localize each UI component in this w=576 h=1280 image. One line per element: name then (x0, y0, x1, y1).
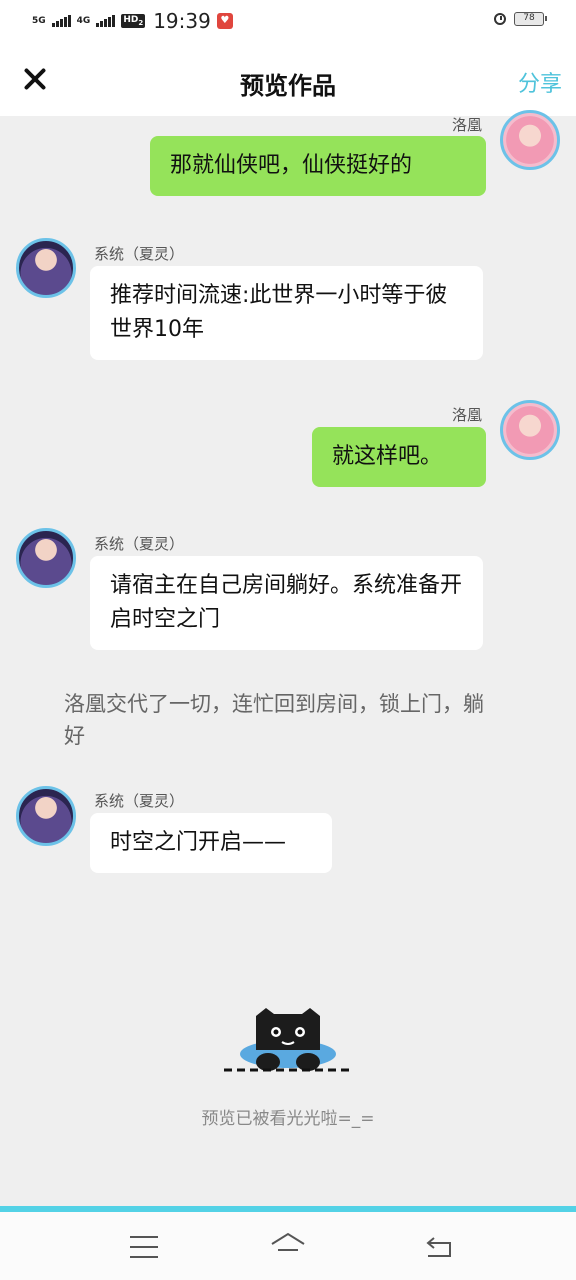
system-avatar[interactable] (16, 528, 76, 588)
message-bubble: 就这样吧。 (312, 427, 486, 487)
sender-name: 洛凰 (451, 116, 482, 134)
sender-name: 系统（夏灵） (94, 245, 185, 263)
status-bar: 5G 4G HD2 19:39 ♥ 78 (0, 0, 576, 44)
sender-name: 系统（夏灵） (94, 792, 185, 810)
network-5g-label: 5G (32, 15, 46, 26)
system-avatar[interactable] (16, 238, 76, 298)
home-icon[interactable] (270, 1232, 306, 1258)
status-left: 5G 4G HD2 19:39 ♥ (32, 9, 233, 33)
message-bubble: 请宿主在自己房间躺好。系统准备开启时空之门 (90, 556, 483, 650)
page-title: 预览作品 (240, 72, 336, 100)
back-icon[interactable] (424, 1234, 454, 1258)
hd-voice-icon: HD2 (121, 14, 146, 28)
user-avatar[interactable] (500, 110, 560, 170)
top-navbar: 预览作品 分享 (0, 44, 576, 116)
status-right: 78 (494, 12, 547, 26)
system-navigation-bar (0, 1212, 576, 1280)
battery-level: 78 (523, 13, 535, 23)
signal-icon-2 (96, 15, 116, 27)
alarm-icon (494, 13, 506, 25)
message-bubble: 那就仙侠吧，仙侠挺好的 (150, 136, 486, 196)
clock: 19:39 (153, 9, 211, 33)
network-4g-label: 4G (76, 15, 91, 26)
system-avatar[interactable] (16, 786, 76, 846)
user-avatar[interactable] (500, 400, 560, 460)
message-bubble: 时空之门开启—— (90, 813, 332, 873)
battery-icon: 78 (514, 12, 547, 26)
notification-app-icon: ♥ (216, 13, 233, 29)
sender-name: 洛凰 (451, 406, 482, 424)
signal-icon (51, 15, 71, 27)
peeking-cat-icon (224, 1008, 352, 1072)
preview-end-text: 预览已被看光光啦=_= (201, 1109, 375, 1129)
message-bubble: 推荐时间流速:此世界一小时等于彼世界10年 (90, 266, 483, 360)
sender-name: 系统（夏灵） (94, 535, 185, 553)
narration-text: 洛凰交代了一切，连忙回到房间，锁上门，躺好 (64, 692, 484, 748)
share-button[interactable]: 分享 (518, 66, 562, 98)
menu-icon[interactable] (130, 1236, 158, 1258)
